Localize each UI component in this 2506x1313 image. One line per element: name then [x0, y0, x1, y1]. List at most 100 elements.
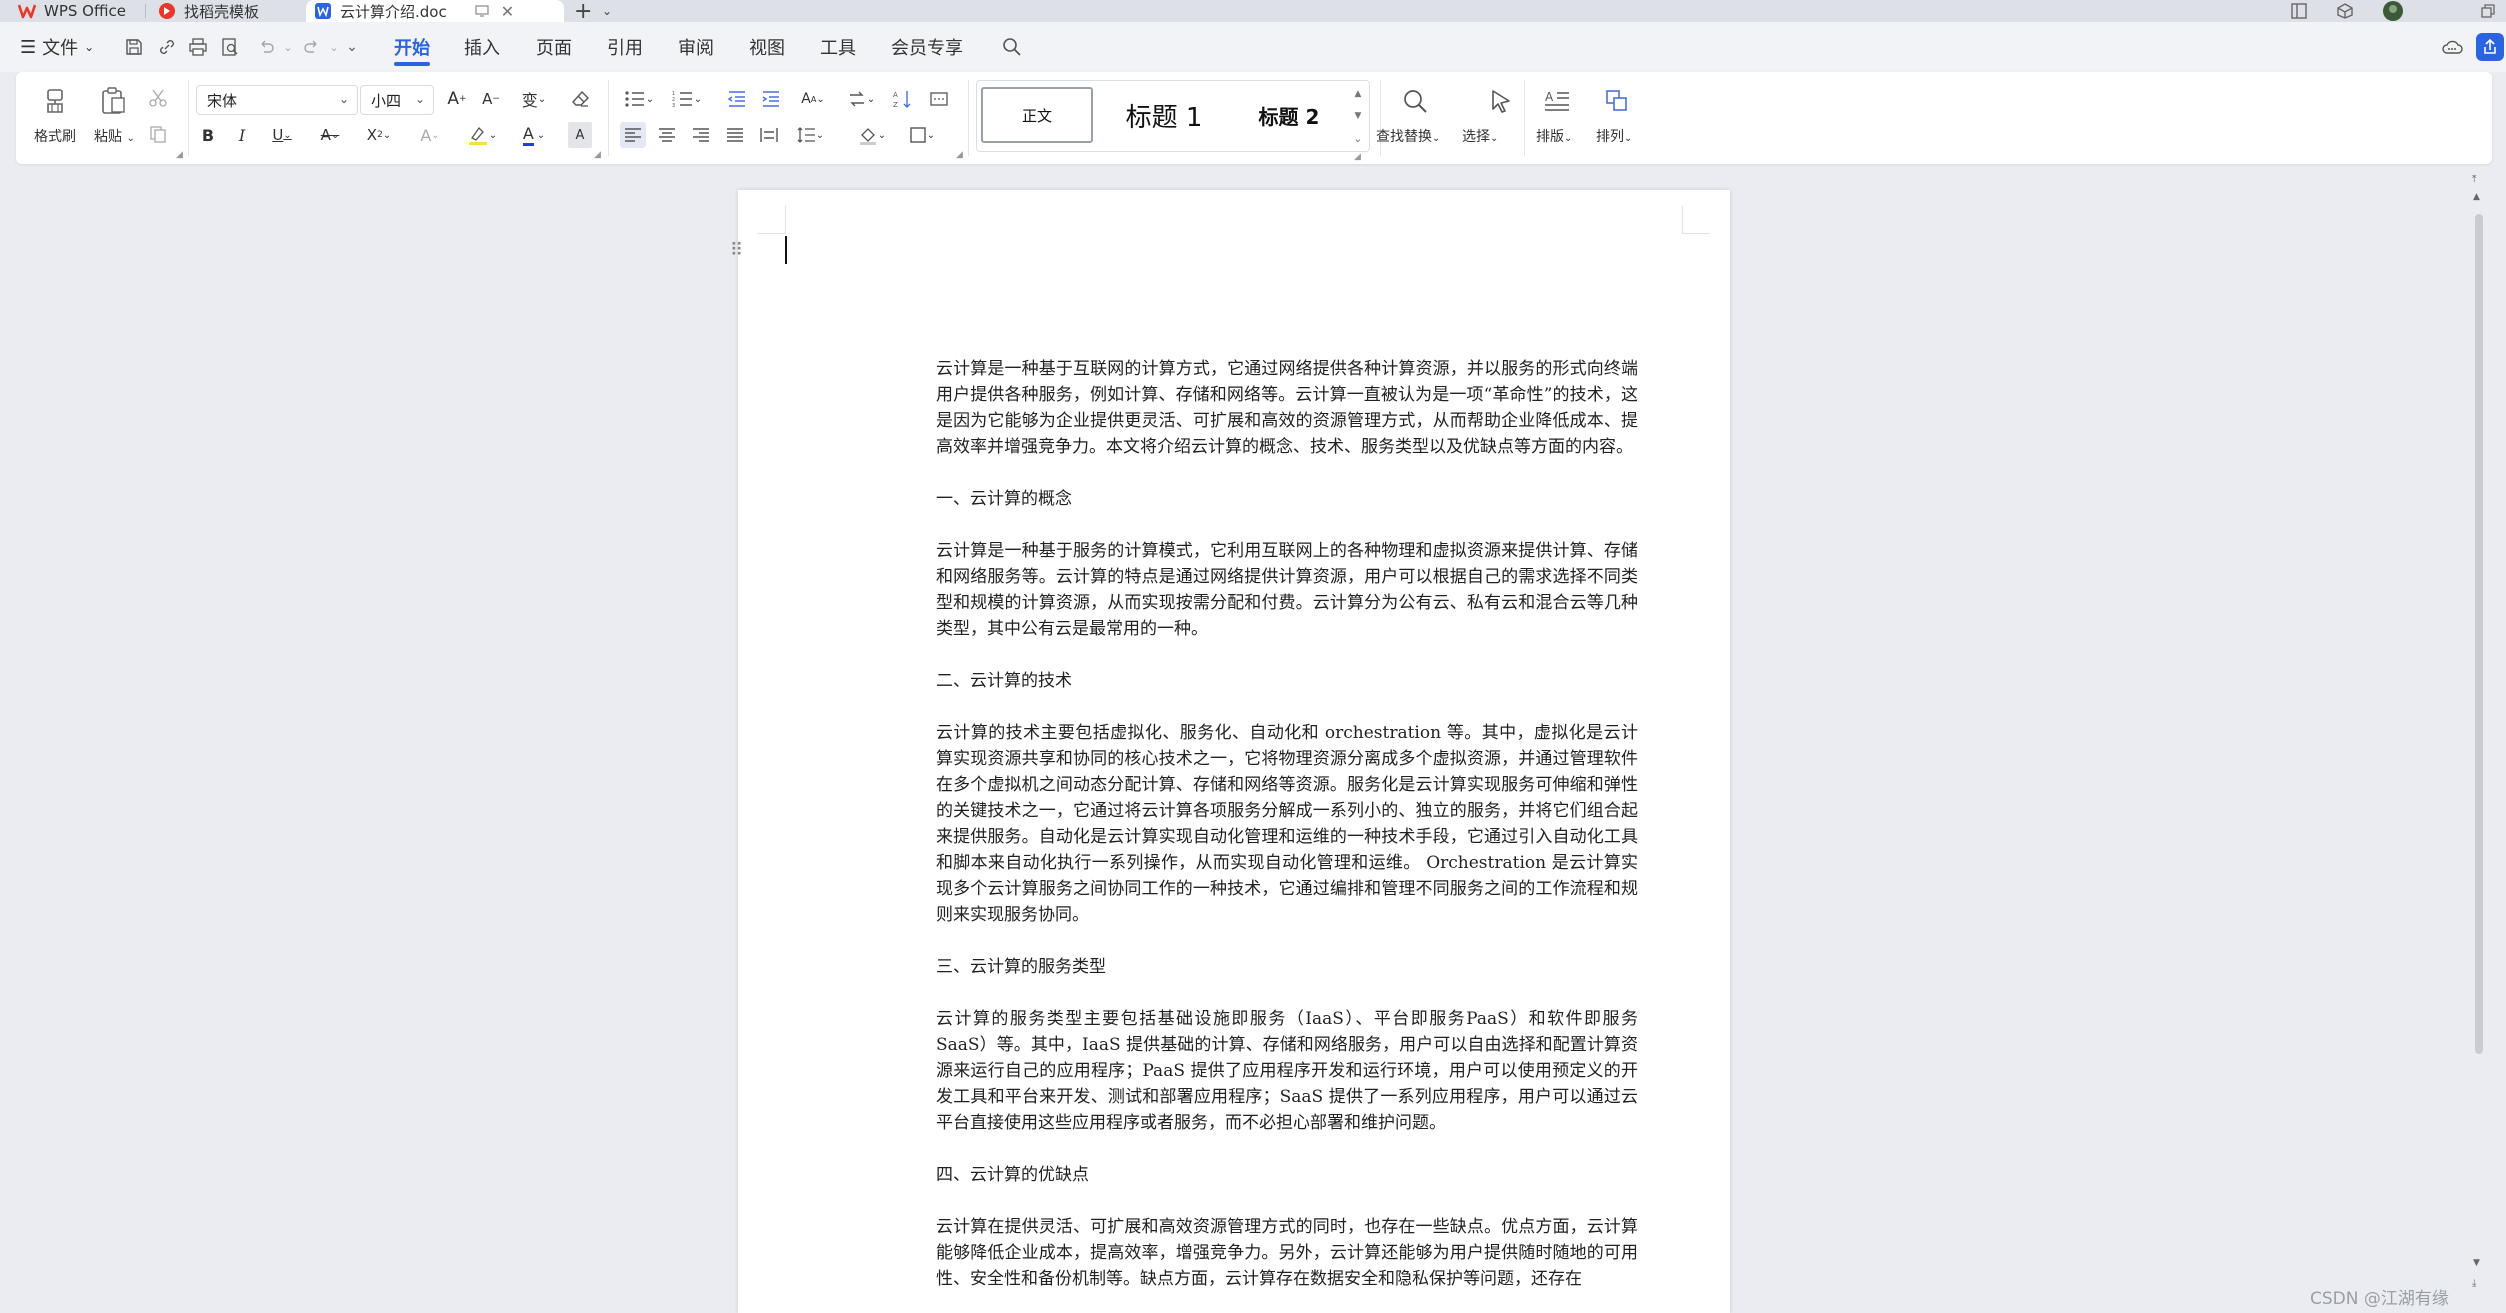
copy-icon[interactable] — [146, 122, 170, 146]
monitor-icon[interactable] — [475, 5, 489, 17]
styles-scroll-down-icon[interactable]: ▼ — [1349, 107, 1367, 125]
restore-window-icon[interactable] — [2480, 3, 2496, 19]
bold-button[interactable]: B — [196, 122, 220, 148]
tab-wps-office[interactable]: WPS Office — [18, 0, 126, 22]
tab-references[interactable]: 引用 — [607, 22, 643, 72]
layout-panel-icon[interactable] — [2290, 2, 2308, 20]
search-icon[interactable] — [1000, 35, 1024, 59]
redo-icon[interactable] — [300, 35, 324, 59]
styles-expand-icon[interactable]: ⌄ — [1349, 129, 1367, 147]
tab-daoke-templates[interactable]: 找稻壳模板 — [158, 0, 259, 22]
distributed-align-button[interactable] — [756, 122, 782, 148]
scrollbar-thumb[interactable] — [2475, 214, 2483, 1054]
scroll-down-arrow-icon[interactable]: ▼ — [2473, 1258, 2480, 1268]
scroll-bottom-icon[interactable]: ⤓ — [2472, 1278, 2476, 1289]
cut-icon[interactable] — [146, 86, 170, 110]
new-tab-plus-icon[interactable]: + — [574, 0, 592, 24]
cloud-sync-icon[interactable] — [2440, 35, 2464, 59]
layout-typeset-icon[interactable]: A — [1540, 84, 1574, 118]
increase-indent-icon[interactable] — [758, 86, 784, 112]
tab-member-label: 会员专享 — [891, 38, 963, 59]
phonetic-guide-icon[interactable]: 变 ⌄ — [514, 86, 554, 112]
tab-tools[interactable]: 工具 — [820, 22, 856, 72]
font-name-dropdown[interactable]: 宋体 ⌄ — [196, 85, 358, 115]
justify-button[interactable] — [722, 122, 748, 148]
find-replace-icon[interactable] — [1398, 84, 1432, 118]
file-menu[interactable]: ☰ 文件 ⌄ — [20, 22, 94, 72]
arrange-icon[interactable] — [1600, 84, 1634, 118]
svg-text:3: 3 — [672, 103, 675, 108]
font-group-launcher-icon[interactable]: ◢ — [594, 150, 601, 160]
print-icon[interactable] — [186, 35, 210, 59]
style-normal[interactable]: 正文 — [981, 87, 1093, 143]
select-cursor-icon[interactable] — [1484, 84, 1518, 118]
clipboard-group-launcher-icon[interactable]: ◢ — [176, 150, 183, 160]
format-painter-label: 格式刷 — [34, 129, 76, 145]
vertical-scrollbar[interactable]: ⤒ ▲ ▼ ⤓ — [2468, 166, 2490, 1313]
superscript-button[interactable]: X 2 ⌄ — [360, 122, 398, 148]
undo-history-chevron-icon[interactable]: ⌄ — [276, 35, 300, 59]
share-icon[interactable] — [2476, 33, 2504, 61]
paste-button[interactable] — [96, 84, 130, 118]
numbered-list-icon[interactable]: 1 2 3 ⌄ — [668, 86, 706, 112]
arrange-label[interactable]: 排列⌄ — [1596, 126, 1632, 146]
show-hide-marks-icon[interactable] — [926, 86, 952, 112]
character-shading-icon[interactable]: A — [568, 122, 592, 148]
highlight-color-button[interactable]: ⌄ — [462, 122, 502, 148]
margin-corner-mark — [1682, 206, 1710, 234]
clear-format-eraser-icon[interactable] — [568, 86, 594, 112]
print-preview-icon[interactable] — [218, 35, 242, 59]
font-size-dropdown[interactable]: 小四 ⌄ — [360, 85, 434, 115]
cube-icon[interactable] — [2336, 2, 2354, 20]
find-replace-label[interactable]: 查找替换⌄ — [1376, 126, 1440, 146]
style-heading2-label: 标题 2 — [1258, 104, 1320, 129]
underline-button[interactable]: U ⌄ — [264, 122, 300, 148]
doc-paragraph: 云计算的服务类型主要包括基础设施即服务（IaaS）、平台即服务PaaS）和软件即… — [936, 1009, 1638, 1133]
style-heading2[interactable]: 标题 2 — [1233, 87, 1345, 143]
scroll-top-icon[interactable]: ⤒ — [2472, 174, 2476, 185]
sort-icon[interactable]: AZ — [890, 86, 916, 112]
tab-insert[interactable]: 插入 — [464, 22, 500, 72]
tab-view[interactable]: 视图 — [749, 22, 785, 72]
italic-button[interactable]: I — [230, 122, 254, 148]
style-heading1[interactable]: 标题 1 — [1099, 87, 1229, 143]
paragraph-drag-handle-icon[interactable]: ⠿ — [730, 240, 743, 261]
document-body[interactable]: 云计算是一种基于互联网的计算方式，它通过网络提供各种计算资源，并以服务的形式向终… — [936, 356, 1638, 1292]
text-effect-icon[interactable]: A ⌄ — [412, 122, 448, 148]
quick-access-more-chevron-icon[interactable]: ⌄ — [340, 35, 364, 59]
layout-label[interactable]: 排版⌄ — [1536, 126, 1572, 146]
tab-list-chevron-icon[interactable]: ⌄ — [602, 0, 612, 22]
bullet-list-icon[interactable]: ⌄ — [620, 86, 658, 112]
increase-font-size-icon[interactable]: A + — [444, 86, 470, 112]
line-spacing-button[interactable]: ⌄ — [790, 122, 830, 148]
shading-color-button[interactable]: ⌄ — [852, 122, 892, 148]
tab-review[interactable]: 审阅 — [678, 22, 714, 72]
character-spacing-icon[interactable]: A A ⌄ — [794, 86, 832, 112]
styles-group-launcher-icon[interactable]: ◢ — [1354, 152, 1361, 162]
tab-current-document[interactable]: 云计算介绍.doc ✕ — [306, 0, 564, 22]
paragraph-group-launcher-icon[interactable]: ◢ — [956, 150, 963, 160]
link-icon[interactable] — [155, 35, 179, 59]
document-page[interactable]: ⠿ 云计算是一种基于互联网的计算方式，它通过网络提供各种计算资源，并以服务的形式… — [730, 190, 1730, 1313]
decrease-font-size-icon[interactable]: A − — [478, 86, 504, 112]
scroll-up-arrow-icon[interactable]: ▲ — [2473, 192, 2480, 202]
save-icon[interactable] — [122, 35, 146, 59]
borders-button[interactable]: ⌄ — [902, 122, 942, 148]
align-left-button[interactable] — [620, 122, 646, 148]
styles-scroll-up-icon[interactable]: ▲ — [1349, 85, 1367, 103]
align-center-button[interactable] — [654, 122, 680, 148]
decrease-indent-icon[interactable] — [724, 86, 750, 112]
select-label[interactable]: 选择⌄ — [1462, 126, 1498, 146]
tab-page[interactable]: 页面 — [536, 22, 572, 72]
doc-heading: 二、云计算的技术 — [936, 671, 1072, 691]
align-right-button[interactable] — [688, 122, 714, 148]
close-tab-icon[interactable]: ✕ — [501, 2, 514, 21]
tab-member[interactable]: 会员专享 — [891, 22, 963, 72]
strikethrough-button[interactable]: A ⌄ — [312, 122, 348, 148]
svg-text:A: A — [1545, 90, 1554, 104]
format-painter-button[interactable] — [38, 84, 72, 118]
font-color-button[interactable]: A ⌄ — [514, 122, 554, 148]
undo-icon[interactable] — [254, 35, 278, 59]
text-direction-icon[interactable]: ⌄ — [842, 86, 880, 112]
user-avatar[interactable] — [2382, 0, 2404, 22]
